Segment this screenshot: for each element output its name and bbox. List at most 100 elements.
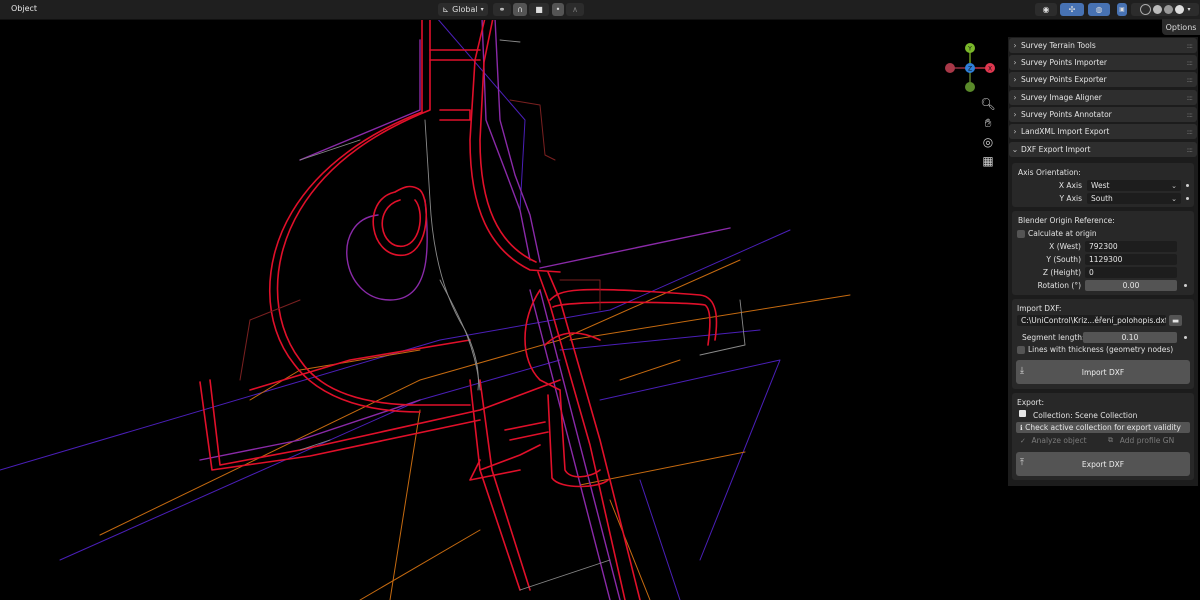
origin-reference-label: Blender Origin Reference:: [1018, 216, 1115, 225]
panel-survey-terrain-tools[interactable]: › Survey Terrain Tools ::::: [1009, 38, 1197, 53]
keyframe-dot-icon[interactable]: [1184, 284, 1187, 287]
x-axis-value: West: [1091, 181, 1110, 190]
viewport-header: Object ⊾ Global ▾ ⚭ ∩ ■ • ∧ ◉ ✣ ◍ ▣ ▾: [0, 0, 1200, 20]
camera-view-icon[interactable]: ◎: [980, 134, 996, 150]
chevron-down-icon[interactable]: ▾: [1187, 6, 1190, 13]
panel-label: Survey Terrain Tools: [1021, 41, 1096, 50]
chevron-right-icon: ›: [1013, 41, 1017, 50]
gizmo-neg-x-axis[interactable]: [945, 63, 955, 73]
y-south-input[interactable]: 1129300: [1085, 254, 1177, 265]
dot-icon: •: [555, 5, 561, 14]
grid-view-icon[interactable]: ▦: [980, 153, 996, 169]
lines-thickness-checkbox[interactable]: [1017, 346, 1025, 354]
transform-orientation-dropdown[interactable]: ⊾ Global ▾: [438, 3, 488, 16]
calculate-at-origin-checkbox[interactable]: [1017, 230, 1025, 238]
orientation-icon: ⊾: [442, 5, 450, 14]
panel-dxf-export-import[interactable]: ⌄ DXF Export Import ::::: [1009, 142, 1197, 157]
lines-thickness-label: Lines with thickness (geometry nodes): [1028, 345, 1174, 354]
falloff-dropdown[interactable]: ∧: [566, 3, 584, 16]
analyze-object-button[interactable]: ✓ Analyze object: [1016, 435, 1102, 446]
info-icon: ℹ: [1020, 423, 1023, 432]
options-tab[interactable]: Options: [1162, 19, 1200, 35]
panel-survey-image-aligner[interactable]: › Survey Image Aligner ::::: [1009, 90, 1197, 105]
drag-handle-icon[interactable]: ::::: [1187, 111, 1194, 119]
import-dxf-button-label: Import DXF: [1081, 367, 1125, 377]
axis-orientation-label: Axis Orientation:: [1018, 168, 1081, 177]
import-dxf-button[interactable]: ⤓ Import DXF: [1016, 360, 1190, 384]
panel-survey-points-exporter[interactable]: › Survey Points Exporter ::::: [1009, 72, 1197, 87]
check-collection-button[interactable]: ℹ Check active collection for export val…: [1016, 422, 1190, 433]
keyframe-dot-icon[interactable]: [1186, 197, 1189, 200]
panel-label: Survey Points Exporter: [1021, 75, 1107, 84]
add-profile-gn-button[interactable]: ⧉ Add profile GN: [1104, 435, 1190, 446]
drag-handle-icon[interactable]: ::::: [1187, 146, 1194, 154]
zoom-icon[interactable]: 🔍︎: [980, 96, 996, 112]
panel-survey-points-annotator[interactable]: › Survey Points Annotator ::::: [1009, 107, 1197, 122]
folder-icon: ▬: [1171, 316, 1180, 325]
solid-shading-icon[interactable]: [1153, 5, 1163, 14]
chevron-right-icon: ›: [1013, 110, 1017, 119]
chevron-right-icon: ›: [1013, 127, 1017, 136]
export-box: Export: Collection: Scene Collection ℹ C…: [1012, 393, 1194, 480]
boundary-lines-brown: [239, 99, 601, 381]
square-icon: ■: [535, 5, 543, 14]
chevron-right-icon: ›: [1013, 58, 1017, 67]
gizmo-y-label: Y: [967, 46, 972, 53]
keyframe-dot-icon[interactable]: [1186, 184, 1189, 187]
hand-pan-icon[interactable]: ✋︎: [980, 115, 996, 131]
orientation-label: Global: [452, 5, 478, 14]
sidebar-n-panel: › Survey Terrain Tools :::: › Survey Poi…: [1008, 37, 1198, 486]
gizmo-toggle-button[interactable]: ✣: [1060, 3, 1084, 16]
rendered-shading-icon[interactable]: [1175, 5, 1185, 14]
export-dxf-button[interactable]: ⤒ Export DXF: [1016, 452, 1190, 476]
xray-button[interactable]: ▣: [1117, 3, 1127, 16]
overlays-icon: ◍: [1095, 5, 1103, 14]
snap-toggle-button[interactable]: ∩: [513, 3, 527, 16]
collection-icon: [1019, 410, 1026, 417]
segment-length-slider[interactable]: 0.10: [1083, 332, 1177, 343]
chevron-right-icon: ›: [1013, 75, 1017, 84]
utility-lines-violet: [0, 9, 791, 600]
y-axis-dropdown[interactable]: South ⌄: [1087, 193, 1181, 204]
drag-handle-icon[interactable]: ::::: [1187, 59, 1194, 67]
link-icon: ⚭: [498, 5, 506, 14]
collection-label: Collection: Scene Collection: [1033, 411, 1138, 420]
navigation-gizmo[interactable]: Y X Z: [940, 38, 1000, 98]
x-axis-dropdown[interactable]: West ⌄: [1087, 180, 1181, 191]
panel-label: Survey Image Aligner: [1021, 93, 1102, 102]
rotation-slider[interactable]: 0.00: [1085, 280, 1177, 291]
checkmark-icon: ✓: [1020, 436, 1026, 445]
gizmo-neg-y-axis[interactable]: [965, 82, 975, 92]
axis-orientation-box: Axis Orientation: X Axis West ⌄ Y Axis S…: [1012, 163, 1194, 207]
pivot-point-button[interactable]: ⚭: [493, 3, 511, 16]
rotation-label: Rotation (°): [1037, 281, 1081, 290]
xray-icon: ▣: [1119, 6, 1125, 13]
z-height-input[interactable]: 0: [1085, 267, 1177, 278]
eye-icon: ◉: [1042, 5, 1050, 14]
dxf-file-path-input[interactable]: C:\UniControl\Kriz...ěření_polohopis.dxf: [1017, 315, 1166, 326]
object-mode-menu[interactable]: Object: [11, 4, 37, 13]
export-label: Export:: [1017, 398, 1045, 407]
proportional-edit-button[interactable]: •: [552, 3, 564, 16]
drag-handle-icon[interactable]: ::::: [1187, 94, 1194, 102]
shading-mode-group: ▾: [1131, 3, 1199, 16]
material-shading-icon[interactable]: [1164, 5, 1174, 14]
add-profile-gn-label: Add profile GN: [1119, 436, 1175, 445]
x-west-input[interactable]: 792300: [1085, 241, 1177, 252]
magnet-icon: ∩: [517, 5, 523, 14]
panel-survey-points-importer[interactable]: › Survey Points Importer ::::: [1009, 55, 1197, 70]
snap-target-dropdown[interactable]: ■: [529, 3, 549, 16]
chevron-down-icon: ▾: [480, 6, 484, 13]
x-west-label: X (West): [1049, 242, 1081, 251]
panel-landxml-import-export[interactable]: › LandXML Import Export ::::: [1009, 124, 1197, 139]
x-axis-label: X Axis: [1058, 181, 1082, 190]
visibility-button[interactable]: ◉: [1035, 3, 1057, 16]
drag-handle-icon[interactable]: ::::: [1187, 76, 1194, 84]
wireframe-shading-icon[interactable]: [1140, 4, 1152, 15]
guide-lines-gray: [299, 39, 746, 591]
drag-handle-icon[interactable]: ::::: [1187, 128, 1194, 136]
folder-browse-button[interactable]: ▬: [1169, 315, 1182, 326]
drag-handle-icon[interactable]: ::::: [1187, 42, 1194, 50]
keyframe-dot-icon[interactable]: [1184, 336, 1187, 339]
overlays-button[interactable]: ◍: [1088, 3, 1110, 16]
